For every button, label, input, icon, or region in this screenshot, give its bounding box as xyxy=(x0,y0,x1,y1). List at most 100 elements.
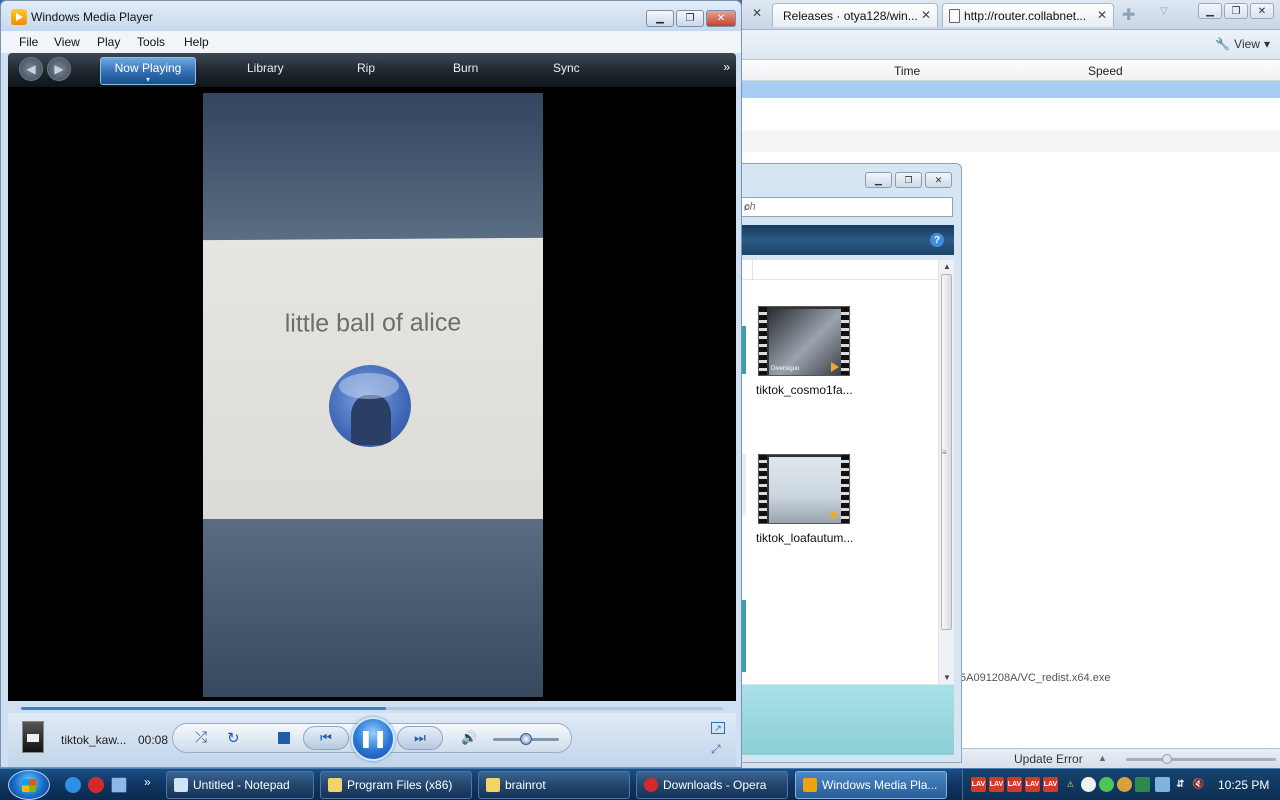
tab-now-playing[interactable]: Now Playing xyxy=(100,57,196,85)
menu-file[interactable]: File xyxy=(19,35,38,49)
tab-burn[interactable]: Burn xyxy=(453,61,478,75)
volume-icon[interactable]: 🔊 xyxy=(461,730,477,746)
window-controls: ▁ ❐ ✕ xyxy=(646,10,736,27)
tab-sync[interactable]: Sync xyxy=(553,61,580,75)
fullscreen-icon[interactable]: ⤢ xyxy=(711,742,721,757)
taskbar-item-brainrot[interactable]: brainrot xyxy=(478,771,630,799)
quick-launch-more-icon[interactable]: » xyxy=(144,775,151,789)
repeat-icon[interactable]: ↻ xyxy=(227,729,240,747)
forward-arrow-icon[interactable]: ▶ xyxy=(47,57,71,81)
back-arrow-icon[interactable]: ◀ xyxy=(19,57,43,81)
chevron-up-icon[interactable]: ▲ xyxy=(1098,753,1107,763)
browser-tab-releases[interactable]: Releases · otya128/win... ✕ xyxy=(772,3,938,27)
media-player-icon xyxy=(11,9,27,25)
close-tab-icon[interactable]: ✕ xyxy=(1097,8,1107,22)
stop-button[interactable] xyxy=(278,732,290,744)
video-thumbnail[interactable]: Diversiguo xyxy=(758,306,850,376)
play-icon xyxy=(831,510,839,520)
album-art-thumbnail[interactable] xyxy=(22,721,44,753)
taskbar-item-opera[interactable]: Downloads - Opera xyxy=(636,771,788,799)
pause-button[interactable]: ❚❚ xyxy=(351,717,395,761)
volume-muted-icon[interactable]: 🔇 xyxy=(1191,777,1206,792)
explorer-command-bar: ? xyxy=(742,225,954,255)
vertical-scrollbar[interactable]: ▲ ≡ ▼ xyxy=(938,260,954,684)
now-playing-title: tiktok_kaw... xyxy=(61,733,127,747)
warning-icon[interactable]: ⚠ xyxy=(1063,777,1078,792)
maximize-button[interactable]: ❐ xyxy=(676,10,704,27)
lav-filters-icon[interactable]: LAV xyxy=(1007,777,1022,792)
help-icon[interactable]: ? xyxy=(930,233,944,247)
taskbar: » Untitled - Notepad Program Files (x86)… xyxy=(0,768,1280,800)
browser-tab-router[interactable]: http://router.collabnet... ✕ xyxy=(942,3,1114,27)
tab-rip[interactable]: Rip xyxy=(357,61,375,75)
close-button[interactable]: ✕ xyxy=(925,172,952,188)
lav-filters-icon[interactable]: LAV xyxy=(1025,777,1040,792)
close-button[interactable]: ✕ xyxy=(1250,3,1274,19)
lav-filters-icon[interactable]: LAV xyxy=(989,777,1004,792)
chevron-down-icon[interactable]: ▽ xyxy=(1160,6,1168,17)
zoom-slider[interactable] xyxy=(1126,758,1276,761)
mouse-cursor xyxy=(814,591,824,607)
update-error-label[interactable]: Update Error xyxy=(1014,752,1083,766)
volume-slider-thumb[interactable] xyxy=(520,733,532,745)
taskbar-item-program-files[interactable]: Program Files (x86) xyxy=(320,771,472,799)
clock[interactable]: 10:25 PM xyxy=(1218,778,1269,792)
start-button[interactable] xyxy=(8,770,50,800)
minimize-button[interactable]: ▁ xyxy=(865,172,892,188)
close-tab-icon[interactable]: ✕ xyxy=(921,8,931,22)
next-button[interactable]: ⏭ xyxy=(397,726,443,750)
video-area[interactable]: little ball of alice xyxy=(8,87,736,701)
shield-icon[interactable] xyxy=(1081,777,1096,792)
search-icon[interactable]: ⌕ xyxy=(744,200,946,215)
video-frame: little ball of alice xyxy=(203,93,543,697)
new-tab-icon[interactable]: ✚ xyxy=(1122,5,1135,25)
switch-to-library-icon[interactable]: ↗ xyxy=(711,722,725,734)
network-status-icon[interactable]: ⇵ xyxy=(1173,777,1188,792)
taskbar-item-notepad[interactable]: Untitled - Notepad xyxy=(166,771,314,799)
partial-thumbnail xyxy=(742,454,746,516)
opera-icon[interactable] xyxy=(88,777,104,793)
minimize-button[interactable]: ▁ xyxy=(1198,3,1222,19)
column-speed[interactable]: Speed xyxy=(1088,64,1123,78)
menu-bar: File View Play Tools Help xyxy=(1,31,741,53)
title-bar[interactable]: Windows Media Player ▁ ❐ ✕ xyxy=(1,1,741,31)
download-row-selected[interactable] xyxy=(742,81,1280,98)
seek-bar[interactable] xyxy=(21,707,723,710)
file-name[interactable]: tiktok_cosmo1fa... xyxy=(756,383,853,397)
browser-tab-strip: ✕ Releases · otya128/win... ✕ http://rou… xyxy=(742,0,1280,30)
internet-explorer-icon[interactable] xyxy=(65,777,81,793)
menu-tools[interactable]: Tools xyxy=(137,35,165,49)
menu-play[interactable]: Play xyxy=(97,35,120,49)
green-status-icon[interactable] xyxy=(1099,777,1114,792)
wrench-icon: 🔧 xyxy=(1215,37,1231,51)
menu-view[interactable]: View xyxy=(54,35,80,49)
minimize-button[interactable]: ▁ xyxy=(646,10,674,27)
maximize-button[interactable]: ❐ xyxy=(895,172,922,188)
view-button[interactable]: 🔧 View ▾ xyxy=(1215,37,1270,51)
video-thumbnail[interactable] xyxy=(758,454,850,524)
more-tabs-icon[interactable]: » xyxy=(723,60,730,74)
file-name[interactable]: tiktok_loafautum... xyxy=(756,531,853,545)
close-icon[interactable]: ✕ xyxy=(752,6,762,20)
lav-filters-icon[interactable]: LAV xyxy=(971,777,986,792)
scroll-down-icon[interactable]: ▼ xyxy=(943,673,951,682)
folder-icon xyxy=(486,778,500,792)
lav-filters-icon[interactable]: LAV xyxy=(1043,777,1058,792)
folder-icon xyxy=(328,778,342,792)
show-desktop-icon[interactable] xyxy=(111,777,127,793)
search-input[interactable]: ch ⌕ xyxy=(742,197,953,217)
zoom-slider-thumb[interactable] xyxy=(1162,754,1172,764)
maximize-button[interactable]: ❐ xyxy=(1224,3,1248,19)
settings-icon[interactable] xyxy=(1117,777,1132,792)
tab-library[interactable]: Library xyxy=(247,61,284,75)
column-time[interactable]: Time xyxy=(894,64,920,78)
taskbar-item-media-player[interactable]: Windows Media Pla... xyxy=(795,771,947,799)
close-button[interactable]: ✕ xyxy=(706,10,736,27)
scroll-up-icon[interactable]: ▲ xyxy=(943,262,951,271)
download-row[interactable] xyxy=(742,130,1280,152)
menu-help[interactable]: Help xyxy=(184,35,209,49)
previous-button[interactable]: ⏮ xyxy=(303,726,349,750)
display-icon[interactable] xyxy=(1155,777,1170,792)
shuffle-icon[interactable]: ⤮ xyxy=(195,729,207,746)
network-icon[interactable] xyxy=(1135,777,1150,792)
